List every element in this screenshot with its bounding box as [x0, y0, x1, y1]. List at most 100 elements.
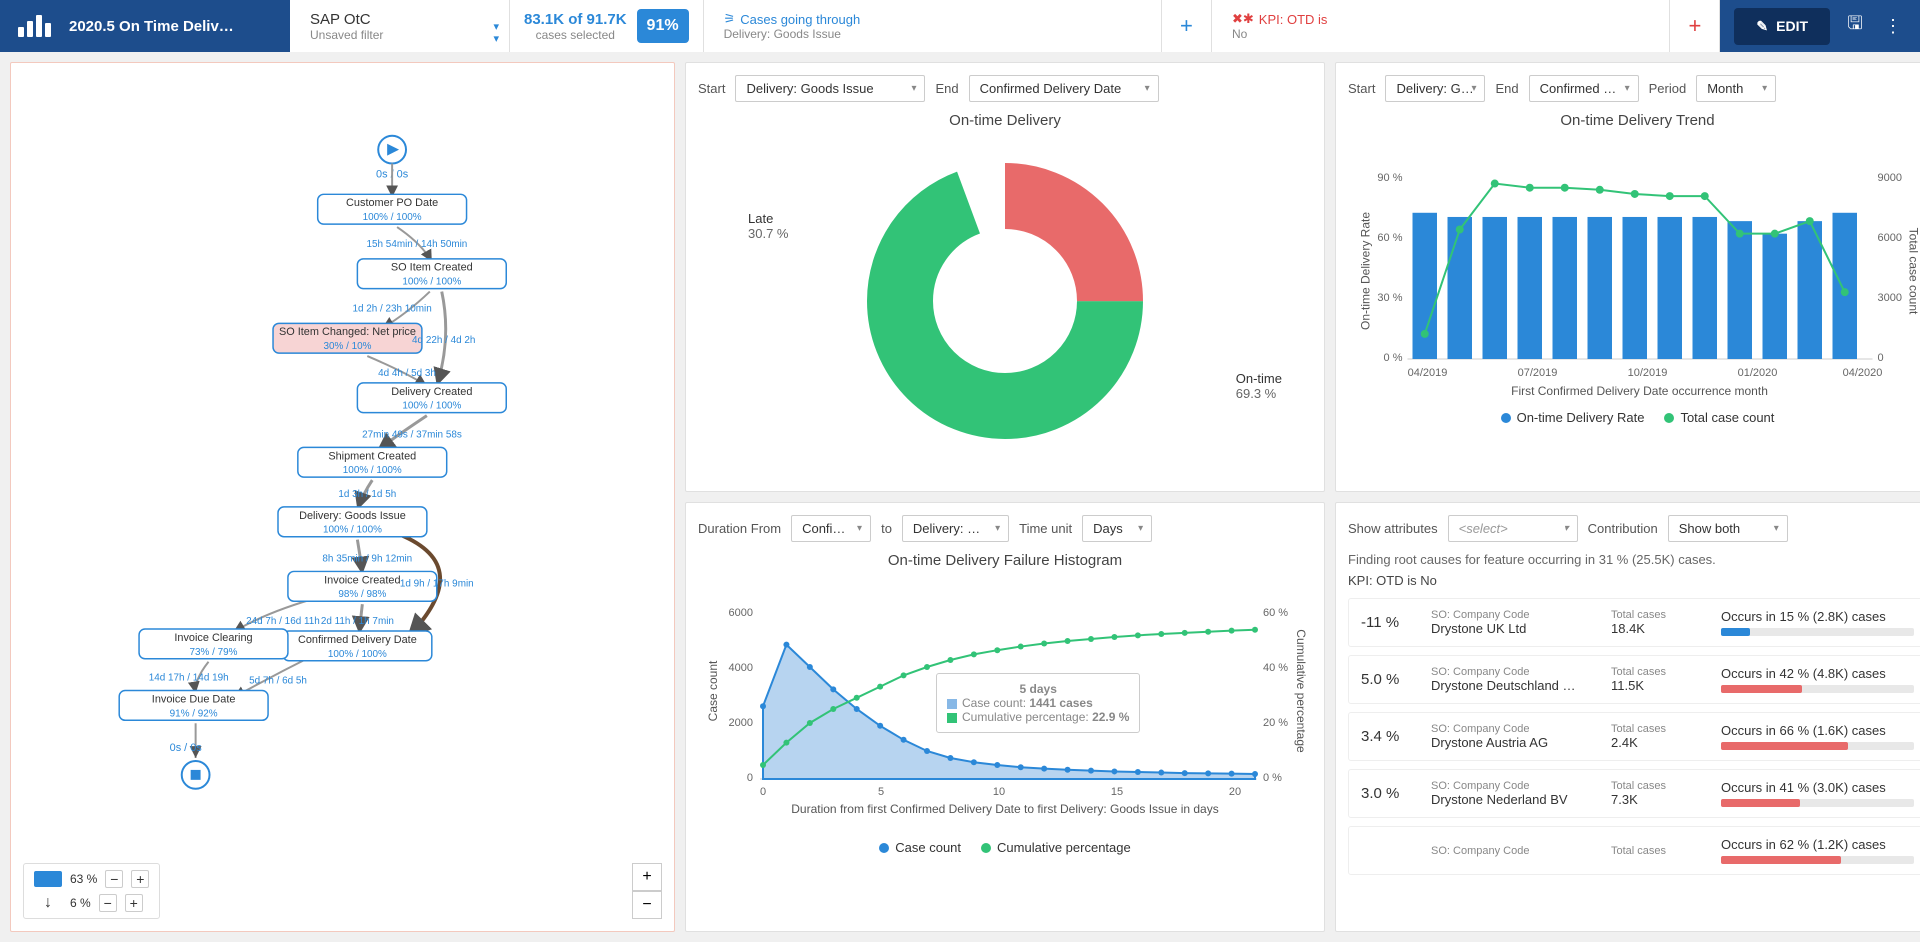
- svg-text:98% / 98%: 98% / 98%: [338, 589, 386, 600]
- percent-badge: 91%: [637, 9, 689, 43]
- dataset-name: SAP OtC: [310, 11, 489, 28]
- svg-text:10/2019: 10/2019: [1628, 367, 1668, 379]
- svg-text:15: 15: [1111, 786, 1123, 798]
- rc-row[interactable]: -11 %SO: Company CodeDrystone UK LtdTota…: [1348, 598, 1920, 647]
- start-label: Start: [698, 81, 725, 96]
- svg-text:2000: 2000: [729, 717, 753, 729]
- svg-text:100% / 100%: 100% / 100%: [402, 277, 461, 288]
- svg-text:73% / 79%: 73% / 79%: [190, 647, 238, 658]
- rc-pct: -11 %: [1361, 614, 1421, 631]
- save-icon[interactable]: 🖫: [1842, 11, 1868, 41]
- svg-text:30% / 10%: 30% / 10%: [324, 341, 372, 352]
- svg-text:1d 3h / 1d 5h: 1d 3h / 1d 5h: [338, 489, 396, 500]
- hist-to-select[interactable]: Delivery: …: [902, 515, 1009, 542]
- svg-text:1d 9h / 17h 9min: 1d 9h / 17h 9min: [400, 578, 474, 589]
- node-minus-button[interactable]: −: [105, 870, 123, 888]
- svg-text:01/2020: 01/2020: [1738, 367, 1778, 379]
- hist-from-select[interactable]: Confi…: [791, 515, 871, 542]
- more-icon[interactable]: ⋮: [1880, 16, 1906, 37]
- rc-pct: 3.4 %: [1361, 728, 1421, 745]
- histogram-tooltip: 5 days Case count: 1441 cases Cumulative…: [936, 673, 1140, 733]
- svg-text:100% / 100%: 100% / 100%: [402, 401, 461, 412]
- svg-text:Duration from first Confirmed: Duration from first Confirmed Delivery D…: [791, 802, 1218, 816]
- svg-text:Customer PO Date: Customer PO Date: [346, 197, 438, 209]
- rc-attr-select[interactable]: <select>: [1448, 515, 1578, 542]
- process-flow-panel[interactable]: 0s / 0s 0s / 0s Customer PO Date100% / 1…: [10, 62, 675, 932]
- svg-text:3000: 3000: [1878, 292, 1902, 304]
- donut-chart[interactable]: [855, 151, 1155, 451]
- trend-start-select[interactable]: Delivery: G…: [1385, 75, 1485, 102]
- rc-contrib-select[interactable]: Show both: [1668, 515, 1788, 542]
- edit-button[interactable]: ✎ EDIT: [1734, 8, 1830, 45]
- svg-text:Delivery Created: Delivery Created: [391, 386, 472, 398]
- start-select[interactable]: Delivery: Goods Issue: [735, 75, 925, 102]
- svg-text:1d 2h / 23h 10min: 1d 2h / 23h 10min: [352, 303, 431, 314]
- trend-title: On-time Delivery Trend: [1348, 112, 1920, 129]
- node-plus-button[interactable]: +: [131, 870, 149, 888]
- svg-text:Invoice Due Date: Invoice Due Date: [152, 693, 236, 705]
- kpi-filter-chip[interactable]: ✖✱KPI: OTD is No: [1212, 0, 1670, 52]
- flow-slider-panel: 63 % − + ↓ 6 % − +: [23, 863, 160, 919]
- trend-chart[interactable]: On-time Delivery Rate Total case count 0…: [1348, 141, 1920, 401]
- svg-text:91% / 92%: 91% / 92%: [170, 708, 218, 719]
- root-cause-panel: Show attributes <select> Contribution Sh…: [1335, 502, 1920, 932]
- edge-slider-value: 6 %: [70, 896, 91, 910]
- target-icon: ✖✱: [1232, 11, 1254, 27]
- svg-text:6000: 6000: [1878, 232, 1902, 244]
- rc-row[interactable]: SO: Company CodeTotal casesOccurs in 62 …: [1348, 826, 1920, 875]
- svg-text:0: 0: [1878, 352, 1884, 364]
- hist-unit-select[interactable]: Days: [1082, 515, 1152, 542]
- svg-text:On-time Delivery Rate: On-time Delivery Rate: [1359, 212, 1373, 330]
- svg-text:30 %: 30 %: [1377, 292, 1402, 304]
- donut-panel: Start Delivery: Goods Issue End Confirme…: [685, 62, 1325, 492]
- svg-text:Confirmed Delivery Date: Confirmed Delivery Date: [298, 634, 417, 646]
- svg-text:0s / 0s: 0s / 0s: [170, 742, 203, 754]
- filter-chip-1[interactable]: ⚞Cases going through Delivery: Goods Iss…: [704, 0, 1162, 52]
- svg-text:4d 4h / 5d 3h: 4d 4h / 5d 3h: [378, 368, 436, 379]
- dashboard-title[interactable]: 2020.5 On Time Deliv…: [69, 18, 234, 35]
- rc-row[interactable]: 3.4 %SO: Company CodeDrystone Austria AG…: [1348, 712, 1920, 761]
- filter-icon: ⚞: [724, 11, 736, 27]
- add-filter-button[interactable]: +: [1162, 0, 1212, 52]
- svg-text:Delivery: Goods Issue: Delivery: Goods Issue: [299, 510, 406, 522]
- svg-text:60 %: 60 %: [1377, 232, 1402, 244]
- rc-kpi: KPI: OTD is No: [1348, 573, 1920, 588]
- svg-text:2d 11h / 1h 7min: 2d 11h / 1h 7min: [321, 616, 394, 627]
- svg-text:Case count: Case count: [706, 660, 720, 721]
- zoom-out-button[interactable]: −: [632, 891, 662, 919]
- svg-text:4000: 4000: [729, 662, 753, 674]
- svg-text:5: 5: [878, 786, 884, 798]
- svg-text:100% / 100%: 100% / 100%: [343, 465, 402, 476]
- hist-title: On-time Delivery Failure Histogram: [698, 552, 1312, 569]
- edge-plus-button[interactable]: +: [125, 894, 143, 912]
- zoom-in-button[interactable]: +: [632, 863, 662, 891]
- node-slider-value: 63 %: [70, 872, 97, 886]
- histogram-panel: Duration From Confi… to Delivery: … Time…: [685, 502, 1325, 932]
- svg-text:90 %: 90 %: [1377, 172, 1402, 184]
- dataset-selector[interactable]: SAP OtC Unsaved filter ▾ ▾: [290, 0, 510, 52]
- case-count-widget: 83.1K of 91.7K cases selected 91%: [510, 0, 704, 52]
- rc-pct: 5.0 %: [1361, 671, 1421, 688]
- trend-panel: Start Delivery: G… End Confirmed … Perio…: [1335, 62, 1920, 492]
- svg-text:100% / 100%: 100% / 100%: [323, 525, 382, 536]
- chevron-down-icon: ▾: [493, 20, 499, 33]
- trend-end-select[interactable]: Confirmed …: [1529, 75, 1639, 102]
- svg-text:Invoice Created: Invoice Created: [324, 574, 400, 586]
- donut-title: On-time Delivery: [698, 112, 1312, 129]
- svg-text:0 %: 0 %: [1263, 772, 1282, 784]
- rc-finding: Finding root causes for feature occurrin…: [1348, 552, 1920, 567]
- trend-period-select[interactable]: Month: [1696, 75, 1776, 102]
- end-select[interactable]: Confirmed Delivery Date: [969, 75, 1159, 102]
- rc-row[interactable]: 5.0 %SO: Company CodeDrystone Deutschlan…: [1348, 655, 1920, 704]
- edge-minus-button[interactable]: −: [99, 894, 117, 912]
- app-header: 2020.5 On Time Deliv…: [0, 0, 290, 52]
- svg-text:04/2020: 04/2020: [1843, 367, 1883, 379]
- edge-arrow-icon: ↓: [34, 894, 62, 912]
- svg-text:6000: 6000: [729, 607, 753, 619]
- rc-row[interactable]: 3.0 %SO: Company CodeDrystone Nederland …: [1348, 769, 1920, 818]
- svg-text:07/2019: 07/2019: [1518, 367, 1558, 379]
- svg-text:24d 7h / 16d 11h: 24d 7h / 16d 11h: [246, 616, 320, 627]
- svg-text:SO Item Created: SO Item Created: [391, 262, 473, 274]
- ontime-label: On-time69.3 %: [1236, 371, 1282, 401]
- add-kpi-button[interactable]: +: [1670, 0, 1720, 52]
